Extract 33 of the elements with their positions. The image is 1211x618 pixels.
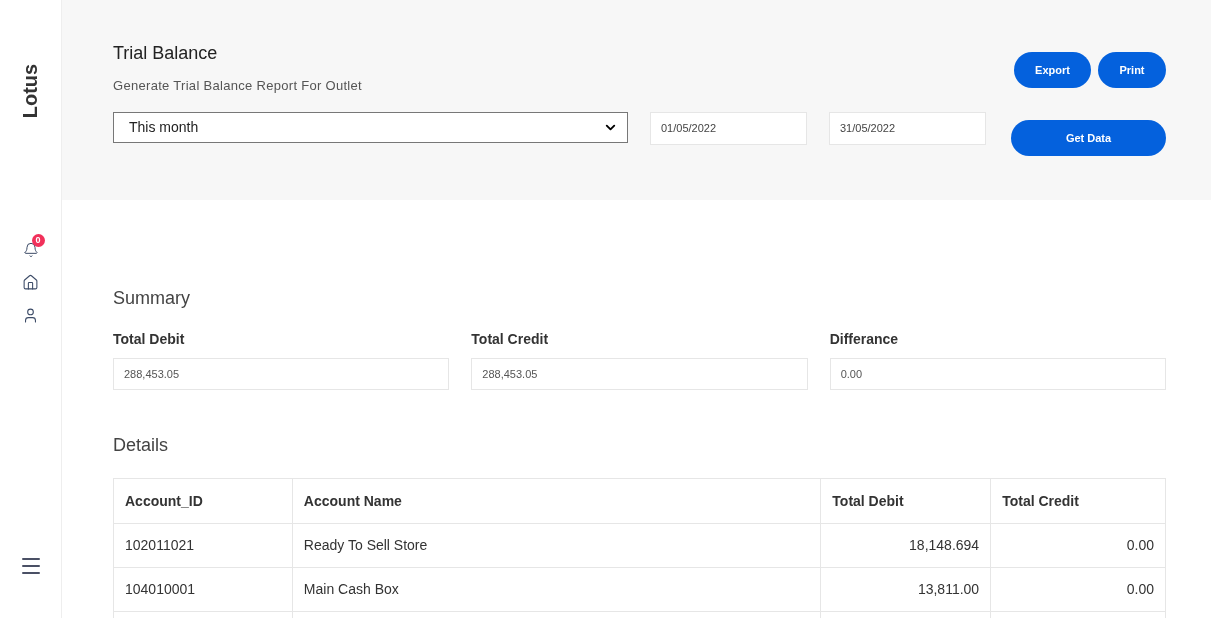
column-header: Account Name (291, 479, 821, 523)
table-cell: 0.00 (990, 568, 1165, 611)
get-data-button[interactable]: Get Data (1011, 120, 1166, 156)
bell-icon[interactable] (22, 242, 39, 258)
summary-field[interactable]: 288,453.05 (471, 358, 808, 390)
date-field[interactable]: 31/05/2022 (829, 111, 986, 145)
table-cell-text: 104010001 (124, 580, 197, 599)
page-title: Trial Balance (113, 42, 219, 65)
table-cell: 0.00 (990, 524, 1165, 567)
date-field[interactable]: 01/05/2022 (650, 111, 807, 145)
page-subtitle: Generate Trial Balance Report For Outlet (113, 77, 363, 95)
header-button[interactable]: Export (1014, 52, 1091, 88)
field-label: Differance (829, 330, 900, 349)
table-cell-text: 102011021 (124, 536, 196, 555)
home-icon[interactable] (22, 274, 39, 291)
period-select[interactable]: This month (113, 111, 628, 143)
column-header: Total Debit (820, 479, 991, 523)
notification-badge: 0 (31, 234, 45, 247)
header-button[interactable]: Print (1098, 52, 1166, 88)
summary-field[interactable]: 288,453.05 (113, 358, 450, 390)
field-label: Total Debit (113, 330, 186, 349)
table-cell: Ready To Sell Store (291, 524, 821, 567)
table-cell: 18,148.694 (820, 524, 991, 567)
table-cell: 13,811.00 (820, 568, 991, 611)
section-title: Details (113, 434, 170, 457)
column-header: Total Credit (990, 479, 1165, 523)
field-label: Total Credit (471, 330, 550, 349)
table-cell: Main Cash Box (291, 568, 821, 611)
user-icon[interactable] (22, 307, 39, 324)
section-title: Summary (113, 287, 191, 310)
column-header: Account_ID (124, 491, 204, 511)
summary-field[interactable]: 0.00 (829, 358, 1166, 390)
brand-logo: Lotus (18, 63, 43, 119)
